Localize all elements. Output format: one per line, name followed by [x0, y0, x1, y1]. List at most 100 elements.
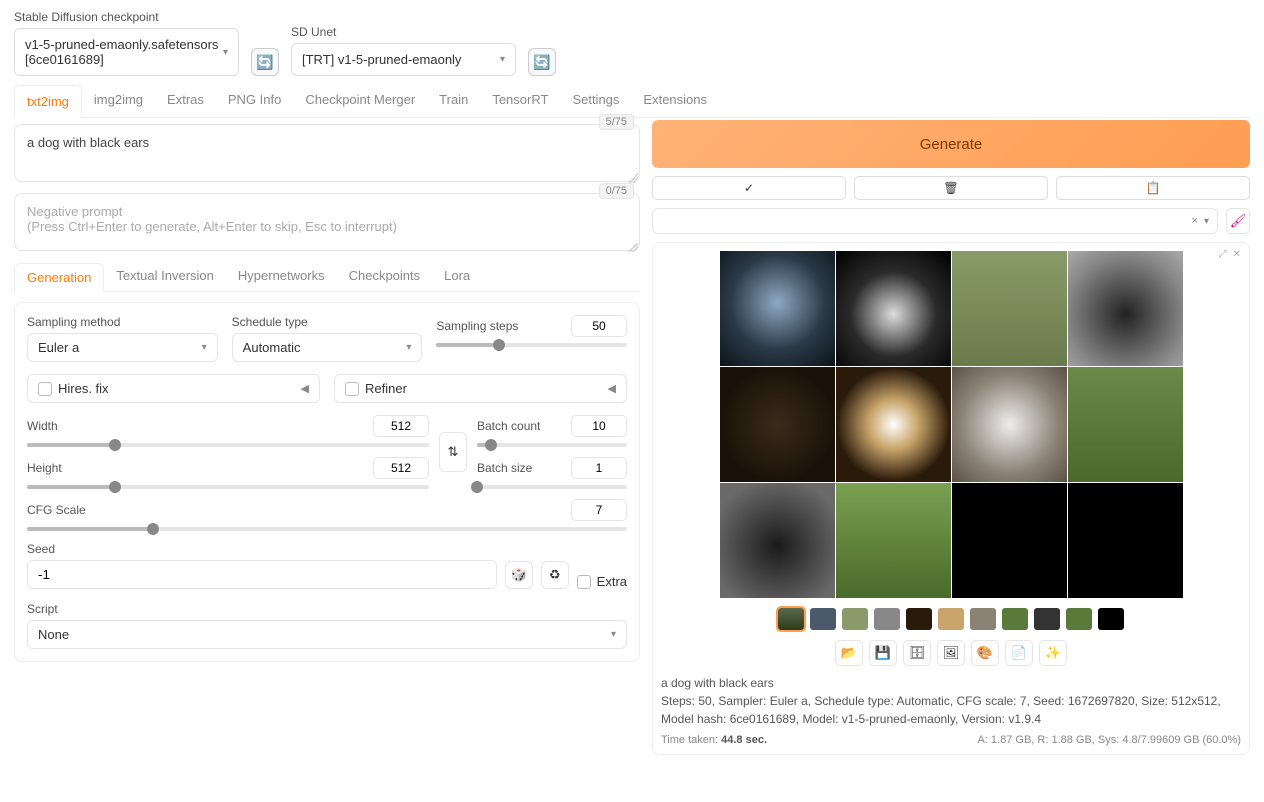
batch-count-input[interactable]	[571, 415, 627, 437]
height-input[interactable]	[373, 457, 429, 479]
gallery-image[interactable]	[720, 367, 835, 482]
script-label: Script	[27, 602, 58, 616]
generate-button[interactable]: Generate	[652, 120, 1250, 168]
gallery-image[interactable]	[720, 483, 835, 598]
steps-input[interactable]	[571, 315, 627, 337]
tab-settings[interactable]: Settings	[560, 84, 631, 117]
width-slider[interactable]	[27, 443, 429, 447]
thumbnail[interactable]	[1066, 608, 1092, 630]
thumbnail[interactable]	[778, 608, 804, 630]
thumbnail[interactable]	[906, 608, 932, 630]
refiner-checkbox[interactable]	[345, 382, 359, 396]
batch-size-input[interactable]	[571, 457, 627, 479]
gallery-image[interactable]	[836, 367, 951, 482]
subtab-hyper[interactable]: Hypernetworks	[226, 262, 337, 291]
send-inpaint-button[interactable]: 🎨	[971, 640, 999, 666]
thumbnail[interactable]	[1002, 608, 1028, 630]
schedule-select[interactable]: Automatic▾	[232, 333, 423, 362]
swap-dimensions-button[interactable]: ⇅	[439, 432, 467, 472]
upscale-button[interactable]: ✨	[1039, 640, 1067, 666]
tab-merger[interactable]: Checkpoint Merger	[293, 84, 427, 117]
thumbnail-strip	[661, 608, 1241, 630]
tab-pnginfo[interactable]: PNG Info	[216, 84, 293, 117]
script-select[interactable]: None ▾	[27, 620, 627, 649]
thumbnail[interactable]	[874, 608, 900, 630]
output-prompt-echo: a dog with black ears	[661, 674, 1241, 692]
save-zip-button[interactable]: 🗄	[903, 640, 931, 666]
resize-handle-icon[interactable]	[628, 242, 638, 252]
edit-styles-button[interactable]: 🖌	[1226, 208, 1250, 234]
batch-count-label: Batch count	[477, 419, 563, 433]
checkpoint-value: v1-5-pruned-emaonly.safetensors [6ce0161…	[25, 37, 223, 67]
caret-icon: ▾	[202, 342, 207, 353]
clear-button[interactable]: 🗑	[854, 176, 1048, 200]
gallery-image[interactable]	[720, 251, 835, 366]
hires-toggle[interactable]: Hires. fix ◀	[27, 374, 320, 403]
refiner-label: Refiner	[365, 381, 407, 396]
refiner-toggle[interactable]: Refiner ◀	[334, 374, 627, 403]
save-button[interactable]: 💾	[869, 640, 897, 666]
batch-count-slider[interactable]	[477, 443, 627, 447]
styles-select[interactable]: ×▾	[652, 208, 1218, 234]
send-extras-button[interactable]: 📄	[1005, 640, 1033, 666]
thumbnail[interactable]	[842, 608, 868, 630]
tab-img2img[interactable]: img2img	[82, 84, 155, 117]
tab-extras[interactable]: Extras	[155, 84, 216, 117]
cfg-input[interactable]	[571, 499, 627, 521]
seed-input[interactable]	[27, 560, 497, 589]
batch-size-slider[interactable]	[477, 485, 627, 489]
tab-txt2img[interactable]: txt2img	[14, 85, 82, 118]
seed-reuse-button[interactable]: ♻	[541, 561, 569, 589]
gallery-image[interactable]	[836, 251, 951, 366]
gallery-image[interactable]	[952, 483, 1067, 598]
hires-checkbox[interactable]	[38, 382, 52, 396]
subtab-lora[interactable]: Lora	[432, 262, 482, 291]
hires-label: Hires. fix	[58, 381, 109, 396]
open-folder-button[interactable]: 📂	[835, 640, 863, 666]
steps-slider[interactable]	[436, 343, 627, 347]
output-gallery[interactable]	[661, 251, 1241, 598]
gallery-image[interactable]	[836, 483, 951, 598]
checkpoint-refresh-button[interactable]: 🔄	[251, 48, 279, 76]
width-input[interactable]	[373, 415, 429, 437]
gallery-image[interactable]	[952, 367, 1067, 482]
prompt-input[interactable]: a dog with black ears	[14, 124, 640, 182]
checkpoint-dropdown[interactable]: v1-5-pruned-emaonly.safetensors [6ce0161…	[14, 28, 239, 76]
thumbnail[interactable]	[970, 608, 996, 630]
gallery-image[interactable]	[1068, 251, 1183, 366]
steps-label: Sampling steps	[436, 319, 563, 333]
tab-tensorrt[interactable]: TensorRT	[480, 84, 560, 117]
gallery-image[interactable]	[952, 251, 1067, 366]
paste-button[interactable]: 📋	[1056, 176, 1250, 200]
tab-train[interactable]: Train	[427, 84, 480, 117]
gallery-image[interactable]	[1068, 367, 1183, 482]
extra-checkbox[interactable]	[577, 575, 591, 589]
sampling-method-select[interactable]: Euler a▾	[27, 333, 218, 362]
unet-refresh-button[interactable]: 🔄	[528, 48, 556, 76]
thumbnail[interactable]	[1098, 608, 1124, 630]
tab-extensions[interactable]: Extensions	[631, 84, 719, 117]
negative-prompt-input[interactable]	[14, 193, 640, 251]
edit-icon: 🖌	[1230, 213, 1247, 229]
close-gallery-icon[interactable]: ✕	[1233, 249, 1241, 260]
subtab-ti[interactable]: Textual Inversion	[104, 262, 226, 291]
caret-icon: ▾	[223, 47, 228, 58]
thumbnail[interactable]	[1034, 608, 1060, 630]
gallery-image[interactable]	[1068, 483, 1183, 598]
cfg-slider[interactable]	[27, 527, 627, 531]
apply-button[interactable]: ✓	[652, 176, 846, 200]
unet-dropdown[interactable]: [TRT] v1-5-pruned-emaonly ▾	[291, 43, 516, 76]
script-value: None	[38, 627, 69, 642]
subtab-ckpts[interactable]: Checkpoints	[337, 262, 433, 291]
caret-icon: ▾	[611, 629, 616, 640]
schedule-value: Automatic	[243, 340, 301, 355]
send-img2img-button[interactable]: 🖼	[937, 640, 965, 666]
seed-random-button[interactable]: 🎲	[505, 561, 533, 589]
thumbnail[interactable]	[938, 608, 964, 630]
grid-toggle-icon[interactable]: ⤢	[1219, 249, 1227, 260]
seed-label: Seed	[27, 542, 55, 556]
subtab-generation[interactable]: Generation	[14, 263, 104, 292]
thumbnail[interactable]	[810, 608, 836, 630]
height-slider[interactable]	[27, 485, 429, 489]
resize-handle-icon[interactable]	[628, 173, 638, 183]
